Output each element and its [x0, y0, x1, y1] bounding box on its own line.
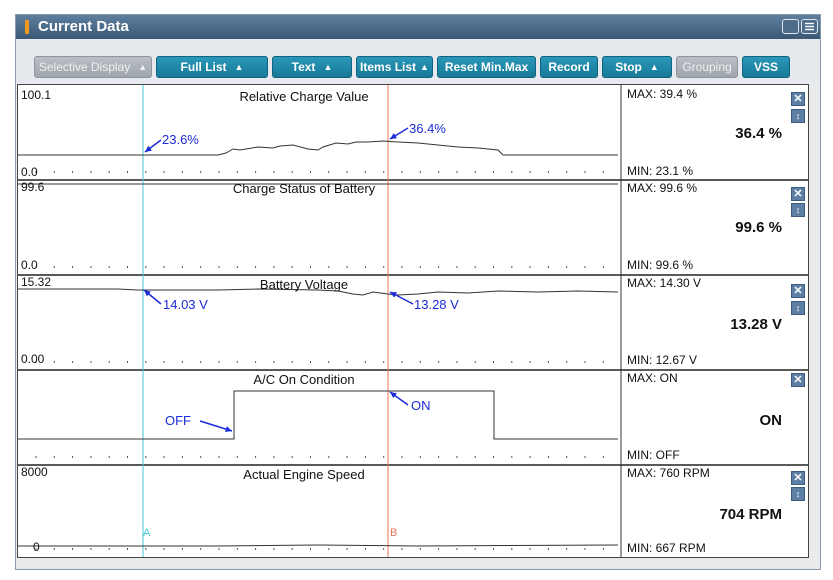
value-panel-charge-status: MAX: 99.6 % 99.6 % MIN: 99.6 % ✕ ↕	[621, 180, 808, 275]
ac-condition-trace	[18, 390, 618, 440]
updown-arrow-icon: ▲︎	[138, 62, 148, 72]
value-panel-relative-charge: MAX: 39.4 % 36.4 % MIN: 23.1 % ✕ ↕	[621, 85, 808, 180]
text-dropdown[interactable]: Text ▲	[272, 56, 352, 78]
window-title: Current Data	[38, 18, 129, 35]
title-bar: Current Data	[16, 15, 820, 39]
max-value: MAX: 39.4 %	[627, 87, 698, 101]
stop-dropdown[interactable]: Stop ▲	[602, 56, 672, 78]
scale-icon[interactable]: ↕	[791, 109, 805, 123]
grouping-button[interactable]: Grouping	[676, 56, 738, 78]
ymax-label: 8000	[21, 465, 48, 479]
cursor-b-annotation: 13.28 V	[414, 297, 459, 312]
panel-title: A/C On Condition	[253, 372, 355, 387]
cursor-a-annotation: 23.6%	[162, 132, 199, 147]
panel-title: Charge Status of Battery	[232, 181, 376, 196]
toolbar: Selective Display ▲︎ Full List ▲ Text ▲ Ite…	[16, 39, 820, 85]
scale-icon[interactable]: ↕	[791, 301, 805, 315]
engine-speed-trace	[18, 544, 619, 547]
ymin-label: 0.0	[21, 165, 38, 179]
camera-icon[interactable]	[782, 19, 799, 34]
cursor-a-annotation: OFF	[165, 413, 191, 428]
menu-icon[interactable]	[801, 19, 818, 34]
items-list-label: Items List	[360, 60, 417, 74]
relative-charge-trace	[18, 140, 618, 156]
ymax-label: 99.6	[21, 180, 45, 194]
updown-arrow-icon: ▲	[649, 62, 659, 72]
ymin-label: 0.0	[21, 258, 38, 272]
max-value: MAX: 14.30 V	[627, 276, 702, 290]
full-list-dropdown[interactable]: Full List ▲	[156, 56, 268, 78]
arrow-b-4-head	[390, 392, 397, 399]
value-panel-engine-speed: MAX: 760 RPM 704 RPM MIN: 667 RPM ✕ ↕	[621, 465, 808, 557]
selective-display-label: Selective Display	[38, 60, 131, 74]
selective-display-dropdown[interactable]: Selective Display ▲︎	[34, 56, 152, 78]
panel-title: Relative Charge Value	[239, 89, 369, 104]
close-icon[interactable]: ✕	[791, 187, 805, 201]
record-button[interactable]: Record	[540, 56, 598, 78]
close-icon[interactable]: ✕	[791, 284, 805, 298]
close-icon[interactable]: ✕	[791, 373, 805, 387]
current-value: 36.4 %	[735, 125, 782, 142]
max-value: MAX: 99.6 %	[627, 181, 698, 195]
close-icon[interactable]: ✕	[791, 92, 805, 106]
reset-minmax-button[interactable]: Reset Min.Max	[437, 56, 536, 78]
scale-icon[interactable]: ↕	[791, 487, 805, 501]
ymax-label: 100.1	[21, 88, 52, 102]
current-value: ON	[759, 412, 783, 429]
full-list-label: Full List	[180, 60, 227, 74]
items-list-dropdown[interactable]: Items List ▲	[356, 56, 433, 78]
ymax-label: 15.32	[21, 275, 52, 289]
current-value: 99.6 %	[735, 219, 782, 236]
cursor-a-annotation: 14.03 V	[163, 297, 208, 312]
min-value: MIN: 12.67 V	[627, 353, 698, 367]
text-label: Text	[291, 60, 316, 74]
ymin-label: 0.00	[21, 352, 45, 366]
data-graph-area: 100.1 0.0 Relative Charge Value 23.6% 36…	[17, 84, 809, 558]
updown-arrow-icon: ▲	[420, 62, 429, 72]
value-panel-battery-voltage: MAX: 14.30 V 13.28 V MIN: 12.67 V ✕ ↕	[621, 275, 808, 370]
min-value: MIN: OFF	[627, 448, 680, 462]
min-value: MIN: 23.1 %	[627, 164, 694, 178]
panel-title: Actual Engine Speed	[243, 467, 365, 482]
cursor-b-annotation: 36.4%	[409, 121, 446, 136]
cursor-b-label: B	[390, 527, 398, 539]
cursor-b-annotation: ON	[411, 398, 431, 413]
current-value: 704 RPM	[719, 506, 782, 523]
updown-arrow-icon: ▲	[234, 62, 244, 72]
updown-arrow-icon: ▲	[323, 62, 333, 72]
max-value: MAX: ON	[627, 371, 678, 385]
cursor-a-label: A	[143, 527, 151, 539]
panel-title: Battery Voltage	[259, 277, 349, 292]
alert-icon	[25, 20, 29, 34]
scale-icon[interactable]: ↕	[791, 203, 805, 217]
value-panel-ac-condition: MAX: ON ON MIN: OFF ✕	[621, 370, 808, 465]
min-value: MIN: 667 RPM	[627, 541, 706, 555]
current-value: 13.28 V	[730, 316, 782, 333]
ymin-label: 0	[33, 540, 40, 554]
close-icon[interactable]: ✕	[791, 471, 805, 485]
vss-button[interactable]: VSS	[742, 56, 790, 78]
max-value: MAX: 760 RPM	[627, 466, 710, 480]
stop-label: Stop	[615, 60, 642, 74]
min-value: MIN: 99.6 %	[627, 258, 694, 272]
